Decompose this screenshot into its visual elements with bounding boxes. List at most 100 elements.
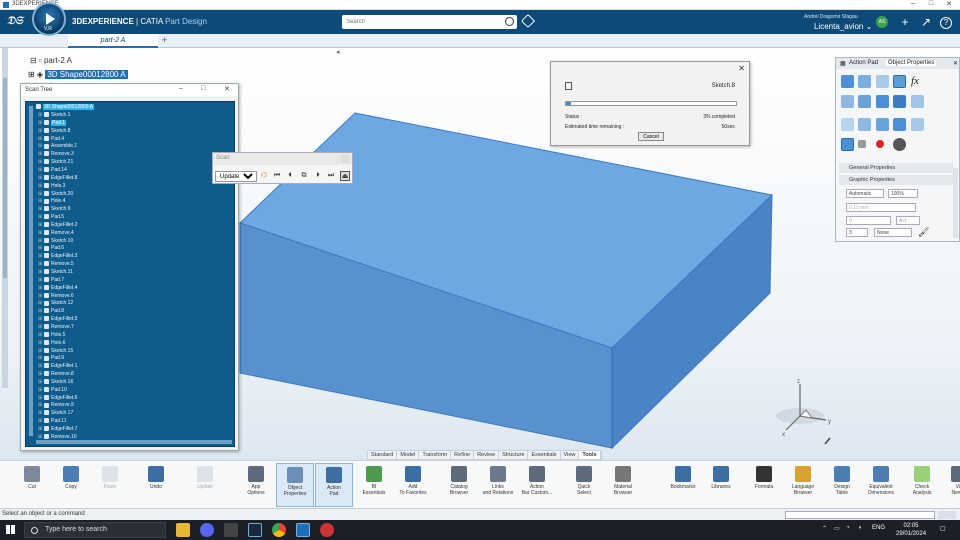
catalog-browser-button[interactable]: Catalog Browser xyxy=(440,463,478,507)
section-tab-tools[interactable]: Tools xyxy=(579,451,601,459)
language-indicator[interactable]: ENG xyxy=(872,525,885,531)
recorder-icon[interactable] xyxy=(320,523,334,537)
view-front-icon[interactable] xyxy=(841,118,854,131)
scan-tree-item[interactable]: ⊞ EdgeFillet.8 xyxy=(38,175,77,181)
scan-tree-icon[interactable]: ⌬ xyxy=(259,171,269,181)
terminal-icon[interactable] xyxy=(224,523,238,537)
scan-tree-item[interactable]: ⊞ Sketch.11 xyxy=(38,269,73,275)
line-thickness-select[interactable]: 0.13 mm xyxy=(846,203,916,212)
scan-tree-item[interactable]: ⊞ Pad.4 xyxy=(38,136,64,142)
add-icon[interactable]: + xyxy=(898,15,912,29)
tab-part-2[interactable]: part-2 A xyxy=(68,34,158,48)
exit-scan-icon[interactable]: ⏏ xyxy=(340,171,350,181)
compass-icon[interactable]: V,R xyxy=(32,2,66,36)
graphic-properties-section[interactable]: Graphic Properties xyxy=(839,175,954,185)
scan-tree-item[interactable]: ⊞ Sketch.16 xyxy=(38,379,73,385)
line-type-select[interactable]: 0 xyxy=(846,216,891,225)
windows-start-icon[interactable] xyxy=(6,525,15,534)
section-tab-view[interactable]: View xyxy=(561,451,580,459)
section-tab-refine[interactable]: Refine xyxy=(451,451,475,459)
scan-tree-item[interactable]: ⊞ Remove.4 xyxy=(38,230,74,236)
tray-chevron-icon[interactable]: ⌃ xyxy=(822,525,827,532)
section-tab-essentials[interactable]: Essentials xyxy=(528,451,561,459)
paste-button[interactable]: Paste xyxy=(91,463,129,507)
material-icon[interactable] xyxy=(893,138,906,151)
links-and-relations-button[interactable]: Links and Relations xyxy=(479,463,517,507)
steam-icon[interactable] xyxy=(248,523,262,537)
scan-tree-item[interactable]: ⊞ Pad.14 xyxy=(38,167,67,173)
scan-tree-item[interactable]: ⊞ Pad.8 xyxy=(38,308,64,314)
scan-tree-item[interactable]: ⊞ Hole.6 xyxy=(38,340,65,346)
check-analysis-button[interactable]: Check Analysis xyxy=(903,463,941,507)
tag-icon[interactable] xyxy=(520,13,536,29)
section-tab-structure[interactable]: Structure xyxy=(499,451,529,459)
file-explorer-icon[interactable] xyxy=(176,523,190,537)
measure-icon[interactable] xyxy=(841,95,854,108)
scan-tree-item[interactable]: ⊞ Sketch.9 xyxy=(38,206,70,212)
previous-step-icon[interactable]: ⏴ xyxy=(285,171,295,181)
scan-tree-item[interactable]: ⊞ Pad.5 xyxy=(38,214,64,220)
chrome-icon[interactable] xyxy=(272,523,286,537)
search-icon[interactable] xyxy=(505,17,514,26)
scan-tree-item[interactable]: ⊞ Hole.5 xyxy=(38,332,65,338)
scan-tree-item[interactable]: ⊞ Pad.6 xyxy=(38,245,64,251)
hole-icon[interactable] xyxy=(858,95,871,108)
battery-icon[interactable]: ▭ xyxy=(834,525,840,532)
object-properties-button[interactable]: Object Properties xyxy=(276,463,314,507)
scan-tree-close[interactable]: ✕ xyxy=(224,85,230,93)
minimize-button[interactable]: – xyxy=(906,0,920,7)
design-table-button[interactable]: Design Table xyxy=(823,463,861,507)
scan-tree-item[interactable]: ⊞ EdgeFillet.3 xyxy=(38,253,77,259)
cancel-button[interactable]: Cancel xyxy=(638,132,664,141)
properties-icon[interactable] xyxy=(841,138,854,151)
general-properties-section[interactable]: General Properties xyxy=(839,163,954,173)
quick-select-button[interactable]: Quick Select xyxy=(565,463,603,507)
taskbar-search[interactable]: Type here to search xyxy=(24,522,166,538)
volume-icon[interactable]: ◖ xyxy=(858,525,862,531)
app-options-button[interactable]: App Options xyxy=(237,463,275,507)
undo-button[interactable]: Undo xyxy=(137,463,175,507)
scan-tree-item[interactable]: ⊞ Hole.3 xyxy=(38,183,65,189)
tree-root[interactable]: ⊟ ▫ part-2 A xyxy=(30,56,72,65)
scan-tree-item[interactable]: ⊞ Pad.1 xyxy=(38,119,67,126)
left-scrollbar-thumb[interactable] xyxy=(3,78,7,278)
scan-tree-hscroll[interactable] xyxy=(36,440,232,444)
collapse-tree-icon[interactable]: ◂ xyxy=(336,48,344,56)
tab-action-pad[interactable]: Action Pad xyxy=(849,60,878,66)
scan-tree-list[interactable]: 3D Shape00012800 A ⊞ Sketch.1 ⊞ Pad.1 ⊞ Sketc… xyxy=(25,101,235,447)
scan-tree-item[interactable]: ⊞ Pad.11 xyxy=(38,418,66,424)
scan-tree-item[interactable]: ⊞ Sketch.17 xyxy=(38,410,73,416)
cut-button[interactable]: Cut xyxy=(13,463,51,507)
collab-space-selector[interactable]: Licenta_avion ⌄ xyxy=(814,22,872,31)
status-scroll[interactable] xyxy=(938,511,956,519)
search-input[interactable] xyxy=(342,15,497,29)
help-icon[interactable]: ? xyxy=(940,17,952,29)
scan-tree-item[interactable]: ⊞ Sketch.15 xyxy=(38,348,73,354)
scan-tree-item[interactable]: ⊞ EdgeFillet.5 xyxy=(38,316,77,322)
scan-tree-minimize[interactable]: – xyxy=(179,85,183,92)
notifications-icon[interactable]: ▢ xyxy=(940,525,946,532)
material-browser-button[interactable]: Material Browser xyxy=(604,463,642,507)
scan-tree-item[interactable]: ⊞ EdgeFillet.4 xyxy=(38,285,77,291)
section-tab-standard[interactable]: Standard xyxy=(368,451,398,459)
rib-icon[interactable] xyxy=(876,95,889,108)
paint-brush-icon[interactable]: 🖌 xyxy=(918,227,929,237)
scan-tree-item[interactable]: ⊞ Assemble.1 xyxy=(38,143,77,149)
shaft-icon[interactable] xyxy=(876,75,889,88)
action-pad-close[interactable]: ✕ xyxy=(953,60,958,67)
draft-icon[interactable] xyxy=(911,95,924,108)
update-button[interactable]: Update xyxy=(186,463,224,507)
opacity-select[interactable]: 100% xyxy=(888,189,918,198)
maximize-button[interactable]: □ xyxy=(924,0,938,7)
record-icon[interactable] xyxy=(876,140,884,148)
scan-tree-root[interactable]: 3D Shape00012800 A xyxy=(36,104,94,110)
formula-button[interactable]: Formula xyxy=(745,463,783,507)
scan-tree-item[interactable]: ⊞ Remove.7 xyxy=(38,324,74,330)
avatar[interactable]: AS xyxy=(876,16,888,28)
scan-tree-item[interactable]: ⊞ Sketch.1 xyxy=(38,112,70,118)
scan-tree-item[interactable]: ⊞ Sketch.8 xyxy=(38,128,70,134)
set-current-icon[interactable]: ⧉ xyxy=(299,171,309,181)
view-right-icon[interactable] xyxy=(876,118,889,131)
discord-icon[interactable] xyxy=(200,523,214,537)
section-tab-transform[interactable]: Transform xyxy=(419,451,452,459)
